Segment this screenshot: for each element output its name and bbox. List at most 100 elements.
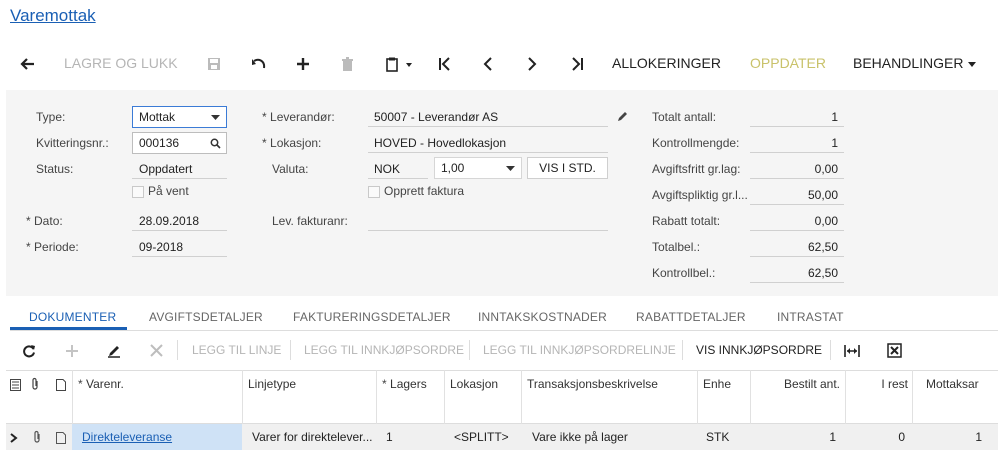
divider bbox=[750, 230, 844, 231]
pa-vent-label: På vent bbox=[148, 184, 189, 198]
vis-innkjopsordre-button[interactable]: VIS INNKJØPSORDRE bbox=[696, 336, 822, 364]
tab-faktureringsdetaljer[interactable]: FAKTURERINGSDETALJER bbox=[293, 310, 451, 324]
status-value: Oppdatert bbox=[139, 162, 193, 176]
page-title[interactable]: Varemottak bbox=[10, 6, 96, 26]
tab-dokumenter[interactable]: DOKUMENTER bbox=[29, 310, 116, 324]
lokasjon-value[interactable]: HOVED - Hovedlokasjon bbox=[374, 136, 506, 150]
periode-value[interactable]: 09-2018 bbox=[139, 240, 183, 254]
col-mottaksantall[interactable]: Mottaksar bbox=[926, 377, 979, 391]
behandlinger-menu[interactable]: BEHANDLINGER bbox=[853, 44, 977, 82]
active-tab-indicator bbox=[10, 327, 127, 330]
type-select[interactable]: Mottak bbox=[132, 106, 227, 128]
kurs-select[interactable]: 1,00 bbox=[434, 157, 522, 179]
row-expand-icon[interactable] bbox=[10, 430, 18, 448]
clipboard-dropdown-icon[interactable] bbox=[386, 44, 414, 82]
col-linjetype[interactable]: Linjetype bbox=[248, 377, 296, 391]
col-bestilt-ant[interactable]: Bestilt ant. bbox=[768, 377, 840, 391]
lev-fakturanr-input[interactable] bbox=[368, 230, 608, 231]
divider bbox=[368, 178, 428, 179]
legg-til-linje-button[interactable]: LEGG TIL LINJE bbox=[192, 336, 281, 364]
divider bbox=[132, 256, 227, 257]
divider bbox=[830, 340, 831, 360]
divider bbox=[750, 152, 844, 153]
totalbel-label: Totalbel.: bbox=[652, 240, 701, 254]
col-i-rest[interactable]: I rest bbox=[856, 377, 908, 391]
behandlinger-label: BEHANDLINGER bbox=[853, 55, 964, 71]
kurs-value: 1,00 bbox=[441, 161, 465, 175]
col-lokasjon[interactable]: Lokasjon bbox=[450, 377, 498, 391]
delete-icon[interactable] bbox=[341, 44, 354, 82]
status-label: Status: bbox=[36, 162, 74, 176]
cell-lagers[interactable]: 1 bbox=[386, 430, 393, 444]
pa-vent-checkbox[interactable] bbox=[132, 186, 144, 198]
row-document-icon[interactable] bbox=[56, 431, 66, 449]
kontrollbel-value[interactable]: 62,50 bbox=[750, 266, 838, 280]
legg-til-innkjopsordre-button[interactable]: LEGG TIL INNKJØPSORDRE bbox=[304, 336, 464, 364]
cell-linjetype[interactable]: Varer for direktelever... bbox=[252, 430, 373, 444]
fit-columns-icon[interactable] bbox=[844, 336, 860, 364]
cell-enhet[interactable]: STK bbox=[706, 430, 729, 444]
tab-inntakskostnader[interactable]: INNTAKSKOSTNADER bbox=[478, 310, 607, 324]
undo-icon[interactable] bbox=[251, 44, 267, 82]
kvittering-input[interactable]: 000136 bbox=[132, 132, 227, 154]
attachment-icon bbox=[30, 377, 40, 396]
add-icon[interactable] bbox=[296, 44, 310, 82]
col-enhet[interactable]: Enhe bbox=[703, 377, 731, 391]
back-arrow-icon[interactable] bbox=[20, 44, 36, 82]
kvittering-label: Kvitteringsnr.: bbox=[36, 136, 109, 150]
totalt-antall-label: Totalt antall: bbox=[652, 110, 717, 124]
leverandor-value[interactable]: 50007 - Leverandør AS bbox=[374, 110, 498, 124]
lokasjon-label: Lokasjon: bbox=[262, 136, 321, 150]
last-record-icon[interactable] bbox=[570, 44, 584, 82]
divider bbox=[368, 152, 608, 153]
save-icon[interactable] bbox=[207, 44, 221, 82]
next-record-icon[interactable] bbox=[526, 44, 538, 82]
caret-down-icon bbox=[506, 166, 515, 171]
caret-down-icon bbox=[968, 62, 977, 68]
notes-icon bbox=[10, 378, 21, 396]
divider bbox=[750, 204, 844, 205]
opprett-faktura-checkbox[interactable] bbox=[368, 186, 380, 198]
col-transaksjonsbeskrivelse[interactable]: Transaksjonsbeskrivelse bbox=[527, 377, 658, 391]
legg-til-innkjopsordrelinje-button[interactable]: LEGG TIL INNKJØPSORDRELINJE bbox=[483, 336, 676, 364]
cell-transaksjonsbeskrivelse[interactable]: Vare ikke på lager bbox=[532, 430, 628, 444]
vis-i-std-button[interactable]: VIS I STD. bbox=[527, 157, 608, 179]
add-row-icon[interactable] bbox=[65, 336, 79, 364]
col-varenr[interactable]: Varenr. bbox=[78, 377, 124, 391]
rabatt-totalt-value: 0,00 bbox=[814, 214, 838, 228]
col-lagers[interactable]: Lagers bbox=[382, 377, 427, 391]
valuta-value[interactable]: NOK bbox=[374, 162, 400, 176]
avgiftsfritt-label: Avgiftsfritt gr.lag: bbox=[652, 162, 741, 176]
kontrollmengde-label: Kontrollmengde: bbox=[652, 136, 740, 150]
avgiftsfritt-value: 0,00 bbox=[814, 162, 838, 176]
tab-avgiftsdetaljer[interactable]: AVGIFTSDETALJER bbox=[149, 310, 263, 324]
first-record-icon[interactable] bbox=[438, 44, 452, 82]
dato-label: Dato: bbox=[26, 214, 63, 228]
kontrollmengde-value[interactable]: 1 bbox=[750, 136, 838, 150]
divider bbox=[132, 178, 227, 179]
lev-fakturanr-label: Lev. fakturanr: bbox=[272, 214, 348, 228]
tab-rabattdetaljer[interactable]: RABATTDETALJER bbox=[636, 310, 746, 324]
cell-bestilt-ant[interactable]: 1 bbox=[760, 430, 836, 444]
divider bbox=[177, 340, 178, 360]
delete-row-icon[interactable] bbox=[150, 336, 163, 364]
row-attachment-icon[interactable] bbox=[32, 430, 42, 449]
edit-pencil-icon[interactable] bbox=[616, 110, 629, 128]
previous-record-icon[interactable] bbox=[482, 44, 494, 82]
avgiftspliktig-value: 50,00 bbox=[807, 188, 838, 202]
cell-i-rest[interactable]: 0 bbox=[850, 430, 905, 444]
totalbel-value: 62,50 bbox=[807, 240, 838, 254]
kontrollbel-label: Kontrollbel.: bbox=[652, 266, 716, 280]
allokeringer-button[interactable]: ALLOKERINGER bbox=[612, 44, 721, 82]
export-excel-icon[interactable] bbox=[887, 336, 902, 364]
tab-intrastat[interactable]: INTRASTAT bbox=[777, 310, 844, 324]
dato-value[interactable]: 28.09.2018 bbox=[139, 214, 199, 228]
save-and-close-button[interactable]: LAGRE OG LUKK bbox=[64, 44, 178, 82]
oppdater-button[interactable]: OPPDATER bbox=[750, 44, 826, 82]
cell-mottaksantall[interactable]: 1 bbox=[920, 430, 982, 444]
divider bbox=[750, 282, 844, 283]
cell-lokasjon[interactable]: <SPLITT> bbox=[454, 430, 509, 444]
edit-row-icon[interactable] bbox=[107, 336, 121, 364]
cell-varenr[interactable]: Direkteleveranse bbox=[82, 430, 172, 444]
refresh-icon[interactable] bbox=[22, 336, 36, 364]
